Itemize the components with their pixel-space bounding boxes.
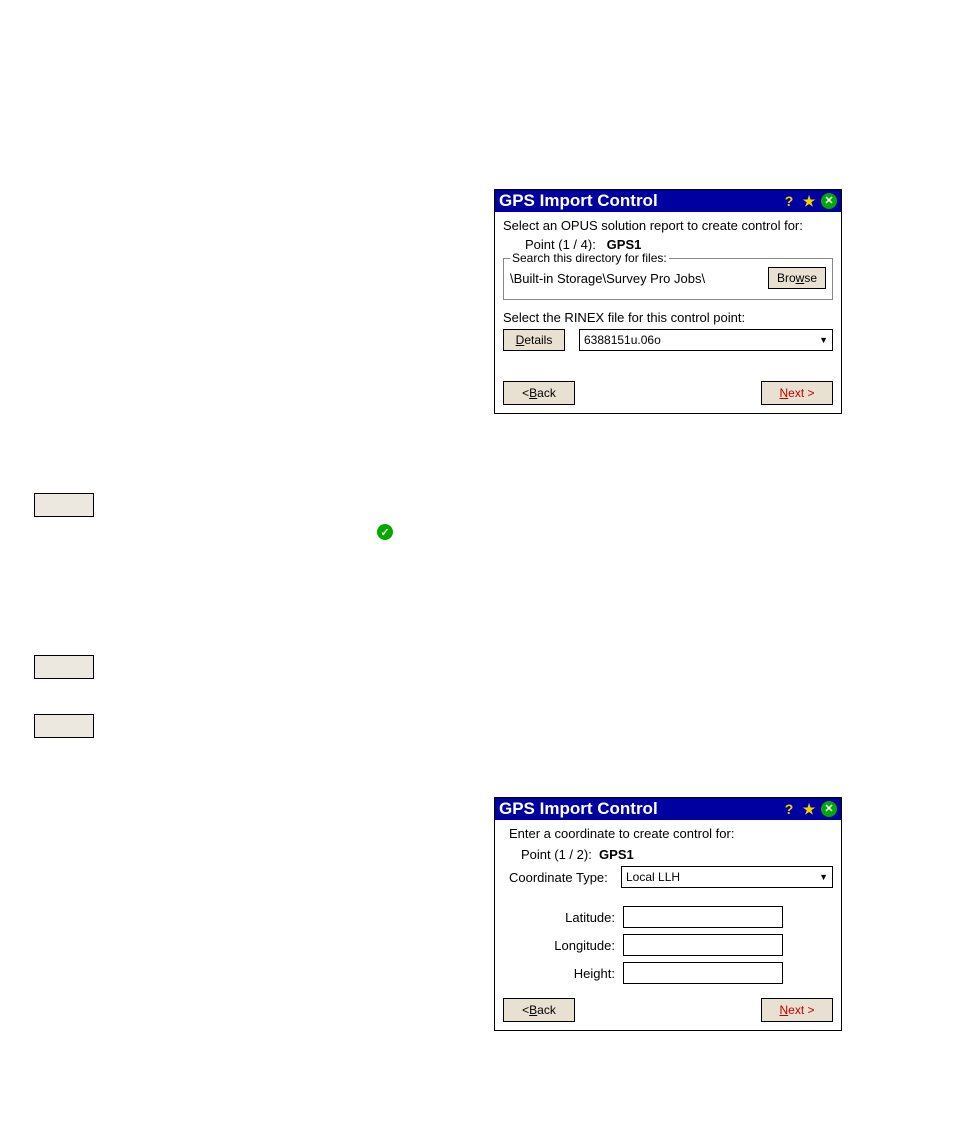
details-button[interactable]: Details [503,329,565,351]
doc-button-1 [34,493,94,517]
browse-button[interactable]: Browse [768,267,826,289]
height-label: Height: [503,966,623,981]
point-index-label: Point (1 / 2): [521,847,592,862]
search-directory-group: Search this directory for files: \Built-… [503,258,833,300]
doc-button-3 [34,714,94,738]
height-input[interactable] [623,962,783,984]
title-text: GPS Import Control [499,191,781,211]
title-bar: GPS Import Control ? ★ ✕ [495,798,841,820]
next-button[interactable]: Next > [761,381,833,405]
star-icon[interactable]: ★ [801,193,817,209]
chevron-down-icon: ▼ [819,868,828,886]
dialog-gps-import-1: GPS Import Control ? ★ ✕ Select an OPUS … [494,189,842,414]
prompt-text: Enter a coordinate to create control for… [503,826,833,841]
title-bar: GPS Import Control ? ★ ✕ [495,190,841,212]
star-icon[interactable]: ★ [801,801,817,817]
rinex-file-value: 6388151u.06o [584,331,661,349]
title-text: GPS Import Control [499,799,781,819]
help-icon[interactable]: ? [781,193,797,209]
latitude-input[interactable] [623,906,783,928]
search-path-text: \Built-in Storage\Survey Pro Jobs\ [510,271,762,286]
back-button[interactable]: < Back [503,381,575,405]
help-icon[interactable]: ? [781,801,797,817]
coordinate-type-label: Coordinate Type: [503,870,621,885]
back-button[interactable]: < Back [503,998,575,1022]
prompt-text: Select an OPUS solution report to create… [503,218,833,233]
dialog-gps-import-2: GPS Import Control ? ★ ✕ Enter a coordin… [494,797,842,1031]
coordinate-type-value: Local LLH [626,868,680,886]
point-index-label: Point (1 / 4): [525,237,596,252]
close-icon[interactable]: ✕ [821,193,837,209]
check-icon: ✓ [377,524,393,540]
chevron-down-icon: ▼ [819,331,828,349]
coordinate-type-select[interactable]: Local LLH ▼ [621,866,833,888]
select-rinex-label: Select the RINEX file for this control p… [503,310,833,325]
longitude-input[interactable] [623,934,783,956]
rinex-file-select[interactable]: 6388151u.06o ▼ [579,329,833,351]
latitude-label: Latitude: [503,910,623,925]
search-directory-legend: Search this directory for files: [510,251,669,265]
point-name: GPS1 [607,237,642,252]
close-icon[interactable]: ✕ [821,801,837,817]
longitude-label: Longitude: [503,938,623,953]
doc-button-2 [34,655,94,679]
next-button[interactable]: Next > [761,998,833,1022]
point-name: GPS1 [599,847,634,862]
